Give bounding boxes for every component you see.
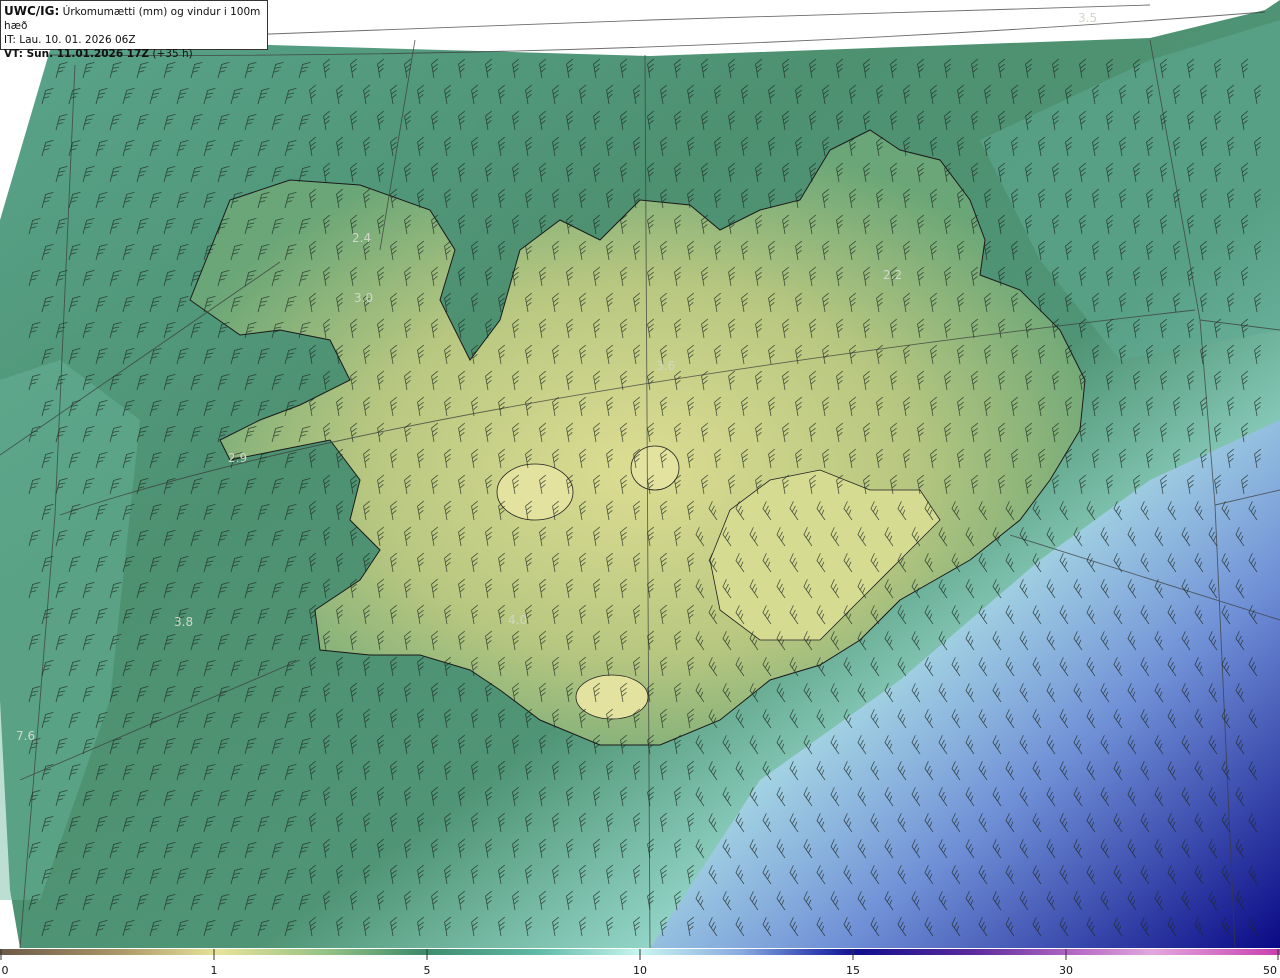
isoline-label: 2.9 [228,451,247,465]
valid-time: VT: Sun. 11.01.2026 17Z [4,48,150,60]
glacier-hofsjokull [630,445,680,491]
isoline-label: 3.8 [174,615,193,629]
colorbar-tick-label: 15 [846,964,860,977]
init-time: IT: Lau. 10. 01. 2026 06Z [4,34,136,46]
valid-time-line: VT: Sun. 11.01.2026 17Z (+35 h) [4,47,264,61]
weather-map: 3.5 2.4 3.0 2.2 2.9 3.8 4.0 7.6 3.6 [0,0,1280,948]
colorbar-tick-label: 30 [1059,964,1073,977]
isoline-label: 2.2 [883,268,902,282]
isoline-label: 3.5 [1078,11,1097,25]
title-line: UWC/IG: Úrkomumætti (mm) og vindur i 100… [4,4,264,33]
isoline-label: 3.0 [354,291,373,305]
colorbar-tick-label: 50 [1263,964,1277,977]
glacier-langjokull [496,463,574,521]
colorbar-tick-label: 5 [423,964,431,977]
isoline-label: 7.6 [16,729,35,743]
forecast-offset: (+35 h) [152,48,193,60]
isoline-label: 4.0 [508,613,527,627]
model-code: UWC/IG: [4,4,60,18]
map-info-box: UWC/IG: Úrkomumætti (mm) og vindur i 100… [0,0,268,60]
isoline-label: 3.6 [656,359,675,373]
colorbar-tick-label: 10 [633,964,647,977]
colorbar-tick-label: 1 [210,964,218,977]
isoline-label: 2.4 [352,231,371,245]
colorbar-tick-label: 0 [1,964,9,977]
glacier-myrdalsjokull [575,674,649,720]
